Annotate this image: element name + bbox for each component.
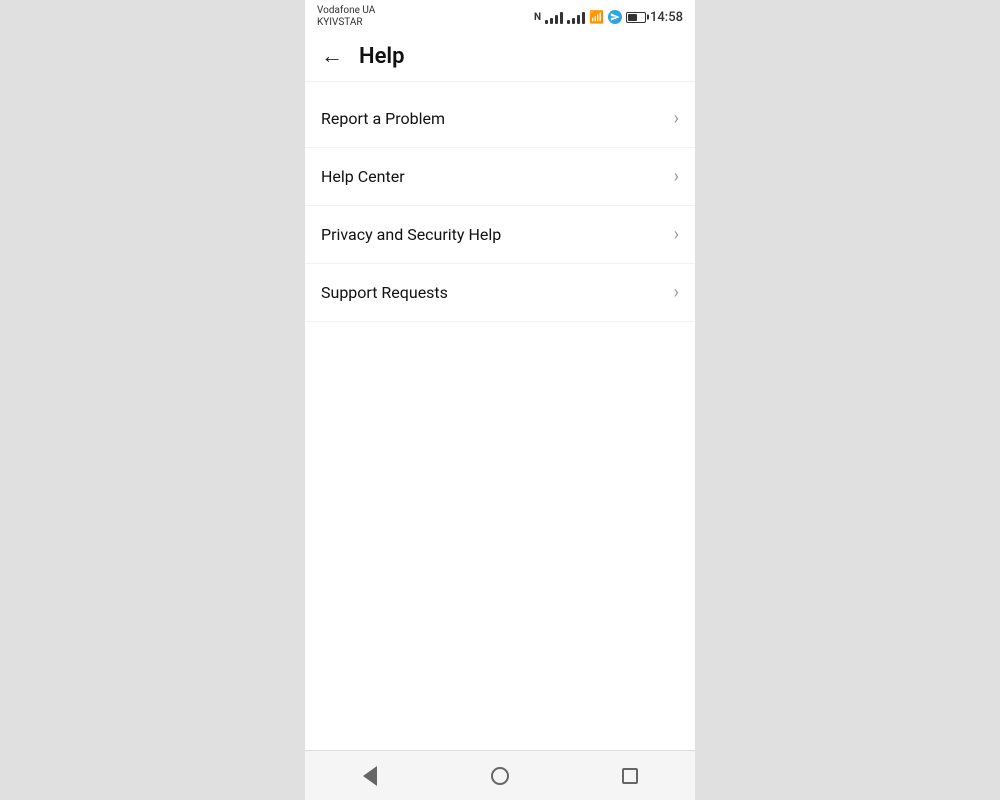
nav-back-button[interactable] xyxy=(350,756,390,796)
chevron-right-icon-help: › xyxy=(674,166,679,187)
back-nav-icon xyxy=(363,766,377,786)
menu-item-label-help-center: Help Center xyxy=(321,167,405,186)
carrier-name: Vodafone UA xyxy=(317,5,375,17)
signal-bar2-1 xyxy=(567,20,570,24)
right-background xyxy=(695,0,1000,800)
menu-list: Report a Problem › Help Center › Privacy… xyxy=(305,90,695,322)
phone-screen: Vodafone UA KYIVSTAR N 📶 xyxy=(305,0,695,800)
back-arrow-icon: ← xyxy=(321,46,343,68)
back-button[interactable]: ← xyxy=(321,46,343,68)
signal-bar-2 xyxy=(550,18,553,24)
status-icons: N 📶 xyxy=(534,10,683,25)
battery-indicator xyxy=(626,12,646,23)
wifi-icon: 📶 xyxy=(589,10,604,24)
nav-home-button[interactable] xyxy=(480,756,520,796)
menu-item-privacy-security[interactable]: Privacy and Security Help › xyxy=(305,206,695,264)
carrier-info: Vodafone UA KYIVSTAR xyxy=(317,5,375,29)
signal-bar-3 xyxy=(555,15,558,24)
signal-icon-1 xyxy=(545,10,563,24)
left-background xyxy=(0,0,305,800)
recent-nav-icon xyxy=(622,768,638,784)
signal-bar-4 xyxy=(560,12,563,24)
menu-item-support-requests[interactable]: Support Requests › xyxy=(305,264,695,322)
status-bar: Vodafone UA KYIVSTAR N 📶 xyxy=(305,0,695,32)
bottom-nav xyxy=(305,750,695,800)
menu-item-report-problem[interactable]: Report a Problem › xyxy=(305,90,695,148)
chevron-right-icon-privacy: › xyxy=(674,224,679,245)
home-nav-icon xyxy=(491,767,509,785)
menu-item-label-privacy-security: Privacy and Security Help xyxy=(321,225,501,244)
battery-icon xyxy=(626,12,646,23)
nav-recent-button[interactable] xyxy=(610,756,650,796)
chevron-right-icon-support: › xyxy=(674,282,679,303)
network-name: KYIVSTAR xyxy=(317,17,375,29)
nfc-icon: N xyxy=(534,12,541,23)
signal-bar2-2 xyxy=(572,18,575,24)
signal-bar2-4 xyxy=(582,12,585,24)
time-display: 14:58 xyxy=(650,10,683,25)
signal-icon-2 xyxy=(567,10,585,24)
signal-bar-1 xyxy=(545,20,548,24)
page-title: Help xyxy=(359,44,405,69)
battery-fill xyxy=(628,14,637,21)
signal-bar2-3 xyxy=(577,15,580,24)
menu-item-label-report-problem: Report a Problem xyxy=(321,109,445,128)
app-header: ← Help xyxy=(305,32,695,82)
telegram-icon xyxy=(608,10,622,24)
menu-item-label-support-requests: Support Requests xyxy=(321,283,448,302)
chevron-right-icon-report: › xyxy=(674,108,679,129)
menu-item-help-center[interactable]: Help Center › xyxy=(305,148,695,206)
